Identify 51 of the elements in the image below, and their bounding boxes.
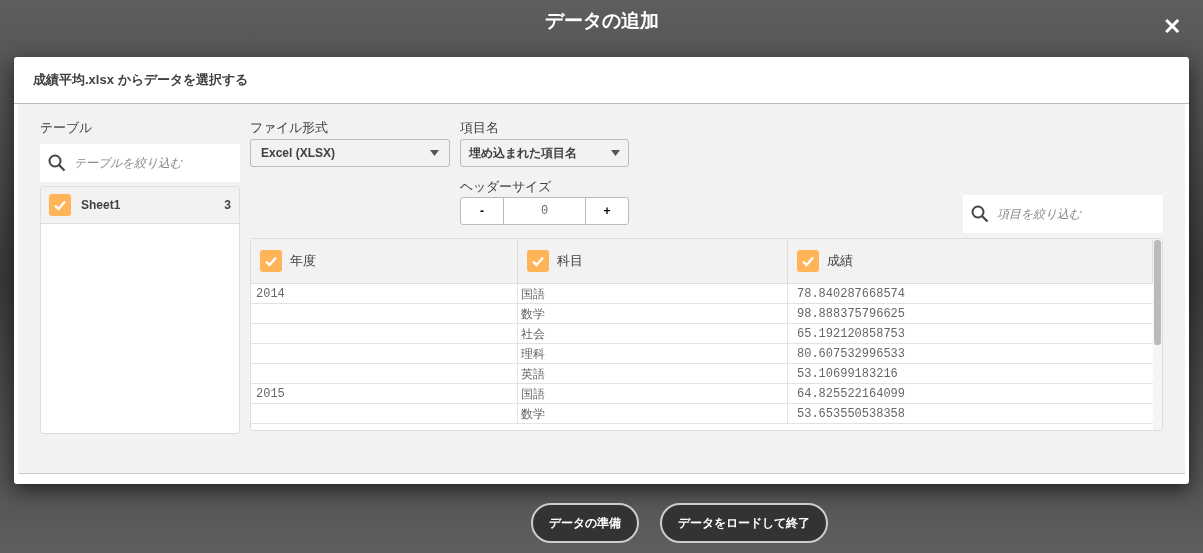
decrement-button[interactable]: - <box>461 198 504 224</box>
table-cell-text: 53.10699183216 <box>797 365 898 383</box>
increment-button[interactable]: + <box>586 198 628 224</box>
table-cell-text: 64.825522164099 <box>797 385 906 403</box>
dialog-title: 成績平均.xlsx からデータを選択する <box>33 71 248 90</box>
table-cell-text: 65.192120858753 <box>797 325 906 343</box>
table-cell-text: 53.653550538358 <box>797 405 906 423</box>
table-cell-text: 80.607532996533 <box>797 345 906 363</box>
header-size-input[interactable]: 0 <box>504 198 586 224</box>
search-icon <box>971 205 989 223</box>
table-cell-text: 国語 <box>521 385 545 403</box>
table-cell-text: 数学 <box>521 405 545 423</box>
search-icon <box>48 153 66 172</box>
checkbox[interactable] <box>260 250 282 272</box>
table-cell-text: 数学 <box>521 305 545 323</box>
table-cell-text: 理科 <box>521 345 545 363</box>
close-button[interactable]: ✕ <box>1163 10 1181 43</box>
search-field[interactable]: テーブルを絞り込む <box>40 143 240 182</box>
table-cell-text: 2014 <box>256 285 285 303</box>
table-list-item[interactable]: Sheet1 3 <box>41 186 239 224</box>
table-cell-text: 2015 <box>256 385 285 403</box>
checkbox[interactable] <box>527 250 549 272</box>
window-title: データの追加 <box>544 9 659 34</box>
search-field[interactable]: 項目を絞り込む <box>963 195 1163 233</box>
check-icon <box>264 254 278 268</box>
table-cell-text: 英語 <box>521 365 545 383</box>
table-cell-text: 社会 <box>521 325 545 343</box>
caret-icon <box>611 149 620 156</box>
file-format-dropdown[interactable]: Excel (XLSX) <box>250 138 450 167</box>
field-label: 項目名 <box>460 119 500 137</box>
caret-icon <box>430 149 439 156</box>
scrollbar-thumb[interactable] <box>1154 240 1161 345</box>
checkbox[interactable] <box>49 193 71 216</box>
column-header[interactable]: 成績 <box>788 239 1153 283</box>
column-header[interactable]: 科目 <box>518 239 788 283</box>
table-cell-text: 78.840287668574 <box>797 285 906 303</box>
table-name: Sheet1 <box>81 196 122 214</box>
column-header[interactable]: 年度 <box>251 239 518 283</box>
check-icon <box>531 254 545 268</box>
section-label: テーブル <box>40 119 93 137</box>
check-icon <box>801 254 815 268</box>
field-names-dropdown[interactable]: 埋め込まれた項目名 <box>460 138 629 167</box>
checkbox[interactable] <box>797 250 819 272</box>
field-count: 3 <box>224 196 231 214</box>
table-cell-text: 98.888375796625 <box>797 305 906 323</box>
footer-button[interactable]: データをロードして終了 <box>660 503 828 543</box>
table-cell-text: 国語 <box>521 285 545 303</box>
field-label: ヘッダーサイズ <box>460 177 552 196</box>
number-stepper[interactable]: - 0 + <box>460 197 629 225</box>
footer-button[interactable]: データの準備 <box>531 503 639 543</box>
field-label: ファイル形式 <box>250 119 329 137</box>
